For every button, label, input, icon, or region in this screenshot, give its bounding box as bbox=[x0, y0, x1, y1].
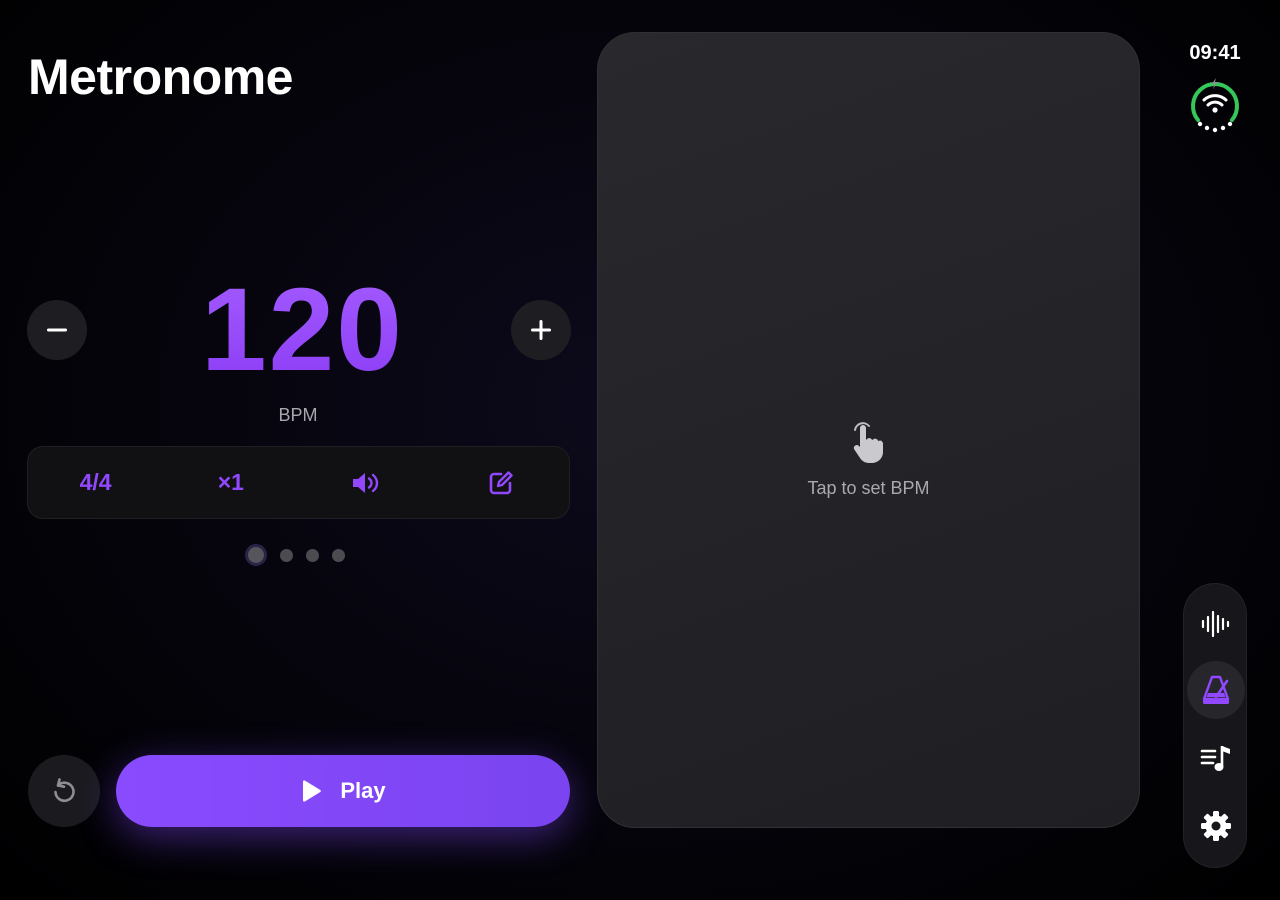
dock-item-tuner[interactable] bbox=[1187, 595, 1245, 653]
music-list-icon bbox=[1200, 746, 1230, 771]
app-title: Metronome bbox=[28, 49, 293, 105]
page-indicator bbox=[245, 544, 345, 566]
wifi-battery-status-icon bbox=[1191, 78, 1239, 133]
plus-icon bbox=[531, 320, 551, 340]
tap-tempo-panel[interactable]: Tap to set BPM bbox=[597, 32, 1140, 828]
metronome-icon bbox=[1202, 675, 1230, 704]
reset-button[interactable] bbox=[28, 755, 100, 827]
page-dot[interactable] bbox=[306, 548, 319, 562]
edit-icon bbox=[490, 470, 514, 494]
increase-bpm-button[interactable] bbox=[511, 300, 571, 360]
bpm-value[interactable]: 120 bbox=[120, 270, 485, 390]
page-dot-active[interactable] bbox=[245, 544, 267, 566]
dock-item-metronome[interactable] bbox=[1187, 661, 1245, 719]
play-icon bbox=[303, 780, 322, 802]
gear-icon bbox=[1201, 811, 1231, 841]
reset-icon bbox=[54, 778, 75, 802]
tap-hint-text: Tap to set BPM bbox=[807, 478, 930, 498]
status-time: 09:41 bbox=[1189, 42, 1241, 64]
subdivision-label: ×1 bbox=[217, 469, 244, 495]
decrease-bpm-button[interactable] bbox=[27, 300, 87, 360]
options-bar: 4/4 ×1 bbox=[27, 446, 570, 519]
bpm-unit-label: BPM bbox=[278, 405, 318, 425]
tap-hand-icon bbox=[853, 422, 883, 463]
page-dot[interactable] bbox=[332, 548, 345, 562]
waveform-icon bbox=[1201, 610, 1230, 638]
speaker-icon bbox=[353, 472, 379, 493]
dock-item-settings[interactable] bbox=[1187, 797, 1245, 855]
play-label: Play bbox=[340, 778, 386, 803]
page-dot[interactable] bbox=[280, 548, 293, 562]
side-navigation-dock bbox=[1183, 583, 1247, 868]
play-button[interactable]: Play bbox=[116, 755, 570, 827]
subdivision-option[interactable]: ×1 bbox=[163, 447, 298, 518]
dock-item-setlist[interactable] bbox=[1187, 730, 1245, 788]
tap-hint: Tap to set BPM bbox=[598, 418, 1139, 499]
time-signature-option[interactable]: 4/4 bbox=[28, 447, 163, 518]
minus-icon bbox=[47, 328, 67, 332]
sound-option[interactable] bbox=[299, 447, 434, 518]
edit-option[interactable] bbox=[434, 447, 569, 518]
time-signature-label: 4/4 bbox=[79, 469, 112, 495]
